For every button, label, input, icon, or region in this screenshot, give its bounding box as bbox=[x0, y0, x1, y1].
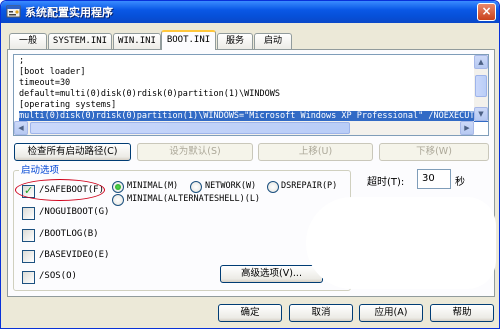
network-radio-label: NETWORK(W) bbox=[205, 181, 257, 191]
scroll-right-icon[interactable]: ▶ bbox=[460, 121, 474, 135]
set-default-button[interactable]: 设为默认(S) bbox=[137, 143, 253, 161]
bootlog-checkbox[interactable] bbox=[22, 229, 35, 242]
tab-boot-ini-label: BOOT.INI bbox=[166, 35, 211, 45]
alternateshell-radio-label: MINIMAL(ALTERNATESHELL)(L) bbox=[127, 194, 261, 204]
move-down-button[interactable]: 下移(W) bbox=[379, 143, 489, 161]
noguiboot-checkbox[interactable] bbox=[22, 207, 35, 220]
close-icon: × bbox=[481, 4, 492, 18]
boot-ini-line: timeout=30 bbox=[19, 78, 71, 88]
vertical-scroll-thumb[interactable] bbox=[475, 75, 487, 97]
basevideo-checkbox[interactable] bbox=[22, 250, 35, 263]
move-up-button[interactable]: 上移(U) bbox=[258, 143, 373, 161]
ok-button[interactable]: 确定 bbox=[218, 304, 282, 322]
timeout-label: 超时(T): bbox=[367, 177, 405, 188]
horizontal-scroll-thumb[interactable] bbox=[30, 122, 350, 134]
system-config-window: 系统配置实用程序 × 一般 SYSTEM.INI WIN.INI BOOT.IN… bbox=[0, 0, 500, 329]
close-button[interactable]: × bbox=[477, 3, 496, 21]
scroll-left-icon[interactable]: ◀ bbox=[14, 121, 28, 135]
tab-win-ini-label: WIN.INI bbox=[118, 36, 156, 46]
apply-button[interactable]: 应用(A) bbox=[359, 304, 423, 322]
noguiboot-label: /NOGUIBOOT(G) bbox=[39, 207, 110, 217]
red-annotation-circle bbox=[15, 179, 105, 201]
scroll-down-icon[interactable]: ▼ bbox=[474, 107, 488, 121]
scroll-up-icon[interactable]: ▲ bbox=[474, 55, 488, 69]
sos-checkbox[interactable] bbox=[22, 271, 35, 284]
basevideo-label: /BASEVIDEO(E) bbox=[39, 250, 110, 260]
radio-selected-dot bbox=[115, 184, 121, 190]
network-radio[interactable] bbox=[190, 181, 202, 193]
timeout-input[interactable]: 30 bbox=[417, 169, 451, 189]
boot-ini-textbox[interactable]: ; [boot loader] timeout=30 default=multi… bbox=[13, 54, 489, 136]
check-all-boot-paths-button[interactable]: 检查所有启动路径(C) bbox=[14, 143, 131, 161]
boot-options-group-label: 启动选项 bbox=[19, 162, 62, 176]
sos-label: /SOS(O) bbox=[39, 271, 77, 281]
minimal-radio-label: MINIMAL(M) bbox=[127, 181, 179, 191]
advanced-options-button[interactable]: 高级选项(V)... bbox=[220, 265, 323, 283]
tab-services[interactable]: 服务 bbox=[217, 33, 253, 49]
msconfig-app-icon bbox=[6, 5, 21, 18]
title-bar[interactable]: 系统配置实用程序 × bbox=[1, 1, 499, 23]
tab-startup-label: 启动 bbox=[263, 36, 282, 46]
boot-ini-line: [operating systems] bbox=[19, 100, 117, 110]
tab-system-ini-label: SYSTEM.INI bbox=[52, 36, 108, 46]
tab-win-ini[interactable]: WIN.INI bbox=[113, 33, 161, 49]
tab-system-ini[interactable]: SYSTEM.INI bbox=[48, 33, 112, 49]
window-title: 系统配置实用程序 bbox=[25, 6, 113, 19]
horizontal-scrollbar[interactable]: ◀ ▶ bbox=[14, 121, 474, 135]
vertical-scrollbar[interactable]: ▲ ▼ bbox=[474, 55, 488, 121]
boot-ini-line: ; bbox=[19, 56, 25, 66]
boot-ini-line: [boot loader] bbox=[19, 67, 86, 77]
help-button[interactable]: 帮助 bbox=[430, 304, 494, 322]
timeout-unit: 秒 bbox=[455, 177, 465, 188]
tab-general[interactable]: 一般 bbox=[9, 33, 47, 49]
tab-boot-ini[interactable]: BOOT.INI bbox=[161, 30, 216, 50]
white-blotch-overlay bbox=[306, 197, 496, 289]
dsrepair-radio-label: DSREPAIR(P) bbox=[281, 181, 338, 191]
tab-startup[interactable]: 启动 bbox=[254, 33, 292, 49]
dsrepair-radio[interactable] bbox=[267, 181, 279, 193]
bootlog-label: /BOOTLOG(B) bbox=[39, 229, 99, 239]
cancel-button[interactable]: 取消 bbox=[289, 304, 353, 322]
tab-general-label: 一般 bbox=[18, 36, 37, 46]
minimal-radio[interactable] bbox=[112, 181, 124, 193]
tab-services-label: 服务 bbox=[225, 36, 244, 46]
alternateshell-radio[interactable] bbox=[112, 194, 124, 206]
boot-ini-line: default=multi(0)disk(0)rdisk(0)partition… bbox=[19, 89, 280, 99]
